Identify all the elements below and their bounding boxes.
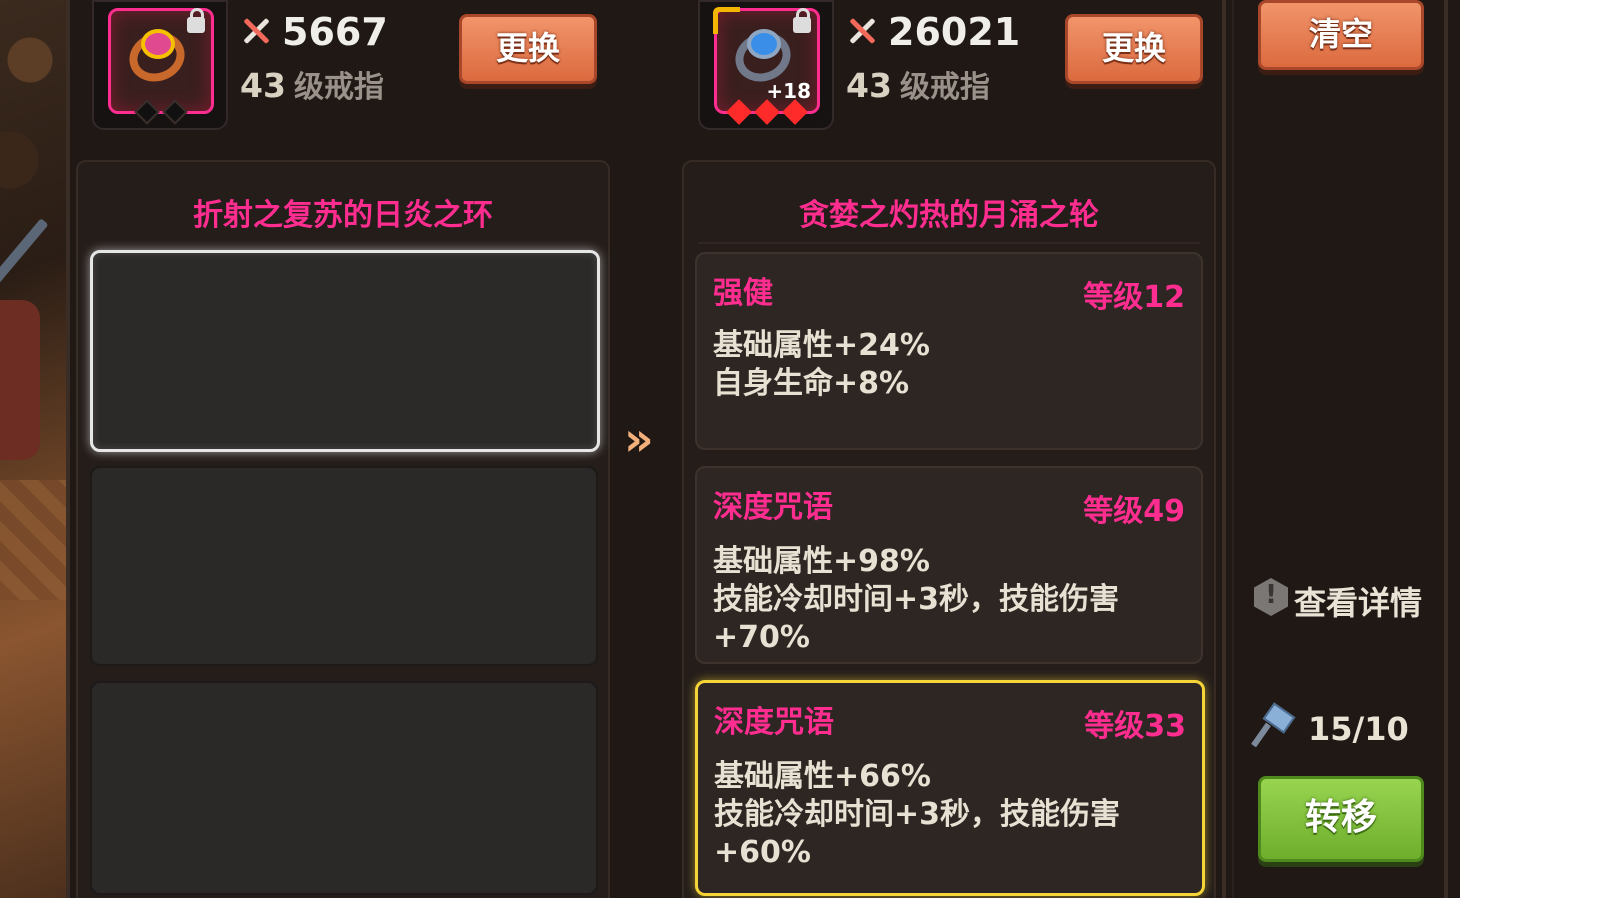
affix-card[interactable]: 深度咒语 等级49 基础属性+98% 技能冷却时间+3秒，技能伤害 +70% <box>695 466 1203 664</box>
crossed-swords-icon <box>240 15 272 47</box>
hammer-count: 15/10 <box>1308 710 1409 748</box>
right-power-value: 26021 <box>888 10 1021 54</box>
background-floor <box>0 480 66 600</box>
info-hexagon-icon <box>1254 578 1288 616</box>
divider-left <box>66 0 70 898</box>
right-level-number: 43 <box>846 66 892 105</box>
affix-card[interactable]: 强健 等级12 基础属性+24% 自身生命+8% <box>695 252 1203 450</box>
left-item-icon-frame <box>108 8 214 125</box>
enhance-level: +18 <box>766 79 811 103</box>
affix-line: +60% <box>714 835 811 870</box>
right-item-slot[interactable]: +18 <box>698 0 834 130</box>
view-details-label: 查看详情 <box>1294 584 1423 622</box>
ring-gem-icon <box>747 29 781 59</box>
affix-line: 自身生命+8% <box>713 366 910 401</box>
right-item-rarity-diamonds <box>717 99 817 125</box>
hammer-handle <box>1251 722 1271 748</box>
left-item-slot[interactable] <box>92 0 228 130</box>
affix-name: 强健 <box>713 276 773 311</box>
affix-card-selected[interactable]: 深度咒语 等级33 基础属性+66% 技能冷却时间+3秒，技能伤害 +60% <box>695 680 1205 896</box>
panel-divider <box>698 242 1200 244</box>
rarity-diamond-icon <box>726 99 752 125</box>
lock-icon <box>793 8 811 33</box>
right-replace-button[interactable]: 更换 <box>1065 14 1203 84</box>
affix-level: 等级49 <box>1083 494 1185 529</box>
ring-gem-icon <box>141 29 175 59</box>
left-item-rarity-diamonds <box>111 99 211 125</box>
left-item-name: 折射之复苏的日炎之环 <box>193 198 493 233</box>
hammer-icon <box>1251 702 1296 748</box>
right-item-power: 26021 <box>846 10 1020 54</box>
right-level-text: 级戒指 <box>899 70 990 105</box>
background-tool-icon <box>0 218 49 286</box>
affix-level: 等级12 <box>1083 280 1185 315</box>
rarity-diamond-icon <box>754 99 780 125</box>
affix-name: 深度咒语 <box>713 490 833 525</box>
rarity-diamond-icon <box>134 99 160 125</box>
left-replace-button[interactable]: 更换 <box>459 14 597 84</box>
transfer-screen: 5667 43 级戒指 更换 +18 26021 43 级戒指 更换 清空 折射之复… <box>0 0 1460 898</box>
right-item-icon-frame: +18 <box>713 7 820 125</box>
transfer-arrow-icon: » <box>624 412 654 466</box>
affix-name: 深度咒语 <box>714 705 834 740</box>
left-affix-slot-1[interactable] <box>90 250 600 452</box>
affix-level: 等级33 <box>1084 709 1186 744</box>
affix-line: 技能冷却时间+3秒，技能伤害 <box>713 582 1120 617</box>
right-item-name: 贪婪之灼热的月涌之轮 <box>799 198 1099 233</box>
background-scene <box>0 0 68 898</box>
left-affix-slot-3[interactable] <box>90 681 598 895</box>
left-item-level: 43 级戒指 <box>240 62 384 106</box>
crossed-swords-icon <box>846 15 878 47</box>
transfer-button[interactable]: 转移 <box>1258 776 1424 862</box>
affix-line: +70% <box>713 620 810 655</box>
divider-far-right <box>1444 0 1448 898</box>
clear-button[interactable]: 清空 <box>1258 0 1424 70</box>
right-item-level: 43 级戒指 <box>846 62 990 106</box>
corner-badge-icon <box>713 7 740 34</box>
left-item-power: 5667 <box>240 10 388 54</box>
affix-line: 技能冷却时间+3秒，技能伤害 <box>714 797 1121 832</box>
left-affix-slot-2[interactable] <box>90 466 598 666</box>
left-power-value: 5667 <box>282 10 388 54</box>
divider-right <box>1222 0 1226 898</box>
background-character <box>0 300 40 460</box>
rarity-diamond-icon <box>162 99 188 125</box>
divider-right-inner <box>1232 0 1234 898</box>
rarity-diamond-icon <box>782 99 808 125</box>
left-level-text: 级戒指 <box>293 70 384 105</box>
left-level-number: 43 <box>240 66 286 105</box>
lock-icon <box>187 8 205 33</box>
